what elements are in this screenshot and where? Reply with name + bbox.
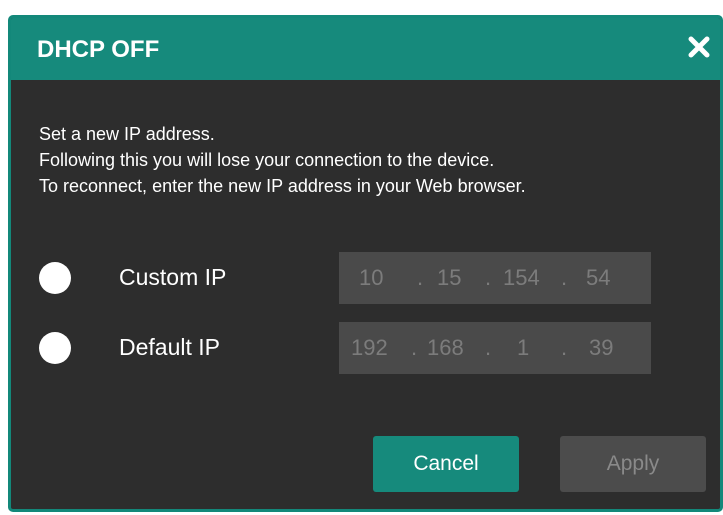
ip-separator: . (485, 335, 492, 360)
ip-separator: . (561, 335, 568, 360)
ip-octet: 54 (586, 265, 611, 290)
default-ip-label: Default IP (119, 334, 220, 360)
message-line: To reconnect, enter the new IP address i… (39, 176, 526, 196)
custom-ip-field[interactable]: 10 . 15 . 154 . 54 (339, 252, 651, 304)
dialog-title: DHCP OFF (37, 36, 160, 63)
default-ip-radio[interactable] (39, 332, 71, 364)
ip-octet: 154 (503, 265, 540, 290)
custom-ip-row: Custom IP 10 . 15 . 154 . 54 (11, 252, 720, 304)
message-line: Following this you will lose your connec… (39, 150, 495, 170)
ip-octet: 10 (359, 265, 384, 290)
default-ip-field[interactable]: 192 . 168 . 1 . 39 (339, 322, 651, 374)
message-line: Set a new IP address. (39, 124, 215, 144)
default-ip-row: Default IP 192 . 168 . 1 . 39 (11, 322, 720, 374)
ip-octet: 168 (427, 335, 464, 360)
dialog-message: Set a new IP address. Following this you… (39, 121, 699, 199)
custom-ip-label: Custom IP (119, 264, 227, 290)
ip-octet: 15 (437, 265, 462, 290)
ip-octet: 39 (589, 335, 614, 360)
ip-separator: . (411, 335, 418, 360)
dhcp-off-dialog: DHCP OFF Set a new IP address. Following… (8, 15, 723, 512)
ip-separator: . (417, 265, 424, 290)
ip-separator: . (485, 265, 492, 290)
apply-button[interactable]: Apply (560, 436, 706, 492)
custom-ip-radio[interactable] (39, 262, 71, 294)
cancel-button[interactable]: Cancel (373, 436, 519, 492)
dialog-titlebar: DHCP OFF (11, 18, 720, 80)
ip-octet: 1 (517, 335, 530, 360)
close-icon[interactable] (684, 32, 714, 62)
ip-octet: 192 (351, 335, 388, 360)
ip-separator: . (561, 265, 568, 290)
